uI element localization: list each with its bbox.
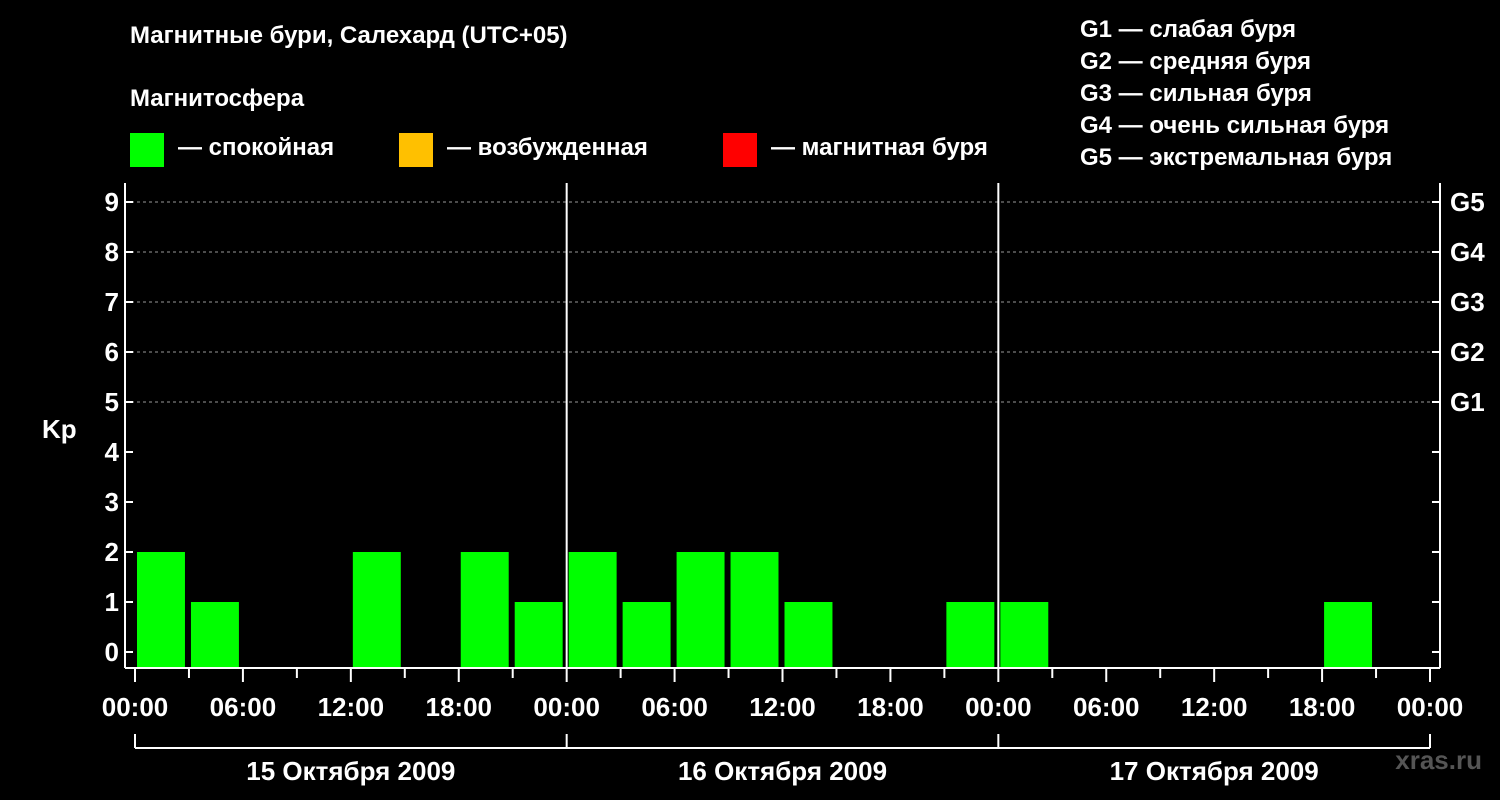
kp-bar	[352, 552, 401, 667]
kp-bar	[568, 552, 617, 667]
y-tick-label: 8	[105, 237, 119, 267]
x-tick-label: 06:00	[210, 692, 277, 722]
y-tick-label: 1	[105, 587, 119, 617]
kp-chart: 0 1 2 3 4 5 6 7 8 9 Kp G1 G2 G3 G4 G5 00:00 06:00 12:00 18:…	[42, 183, 1485, 786]
x-tick-label: 12:00	[318, 692, 385, 722]
kp-bar	[1000, 602, 1049, 667]
day-label: 17 Октября 2009	[1110, 756, 1319, 786]
g-level-label: G1	[1450, 387, 1485, 417]
kp-bar	[514, 602, 563, 667]
y-tick-label: 4	[105, 437, 120, 467]
x-tick-label: 18:00	[1289, 692, 1356, 722]
y-axis-label: Kp	[42, 414, 77, 444]
x-tick-label: 12:00	[749, 692, 816, 722]
kp-bar	[676, 552, 725, 667]
day-label: 16 Октября 2009	[678, 756, 887, 786]
x-tick-label: 00:00	[965, 692, 1032, 722]
g-level-label: G5	[1450, 187, 1485, 217]
kp-bar	[137, 552, 185, 667]
y-tick-label: 0	[105, 637, 119, 667]
x-tick-label: 18:00	[426, 692, 493, 722]
x-tick-label: 06:00	[641, 692, 708, 722]
y-tick-label: 3	[105, 487, 119, 517]
y-tick-label: 6	[105, 337, 119, 367]
x-tick-label: 12:00	[1181, 692, 1248, 722]
x-tick-label: 00:00	[1397, 692, 1464, 722]
kp-bar	[622, 602, 671, 667]
watermark: xras.ru	[1395, 745, 1482, 775]
kp-bar	[730, 552, 779, 667]
g-level-label: G3	[1450, 287, 1485, 317]
kp-bar	[460, 552, 509, 667]
g-level-label: G4	[1450, 237, 1485, 267]
day-label: 15 Октября 2009	[246, 756, 455, 786]
y-tick-label: 9	[105, 187, 119, 217]
g-level-label: G2	[1450, 337, 1485, 367]
kp-bar	[946, 602, 995, 667]
x-tick-label: 06:00	[1073, 692, 1140, 722]
y-tick-label: 5	[105, 387, 119, 417]
y-tick-label: 7	[105, 287, 119, 317]
y-tick-label: 2	[105, 537, 119, 567]
x-tick-label: 00:00	[102, 692, 169, 722]
x-tick-label: 18:00	[857, 692, 924, 722]
kp-bar	[784, 602, 833, 667]
kp-bar	[190, 602, 239, 667]
kp-bar	[1324, 602, 1373, 667]
x-tick-label: 00:00	[533, 692, 600, 722]
